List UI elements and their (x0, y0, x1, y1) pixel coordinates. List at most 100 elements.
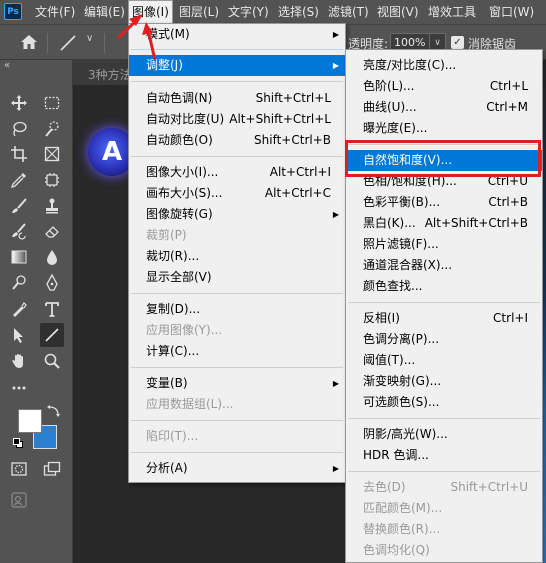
line-icon[interactable] (40, 323, 64, 347)
menu-item-duplicate[interactable]: 复制(D)... (129, 299, 345, 320)
menu-select[interactable]: 选择(S) (274, 0, 323, 24)
menu-item-trap: 陷印(T)... (146, 429, 199, 443)
menu-item-brightness-contrast[interactable]: 亮度/对比度(C)... (346, 55, 542, 76)
menu-divider (131, 49, 343, 50)
menu-divider (348, 471, 540, 472)
menu-item-trim[interactable]: 裁切(R)... (129, 246, 345, 267)
crop-icon[interactable] (7, 142, 31, 166)
dodge-icon[interactable] (7, 271, 31, 295)
menu-item-levels[interactable]: 色阶(L)... Ctrl+L (346, 76, 542, 97)
menu-image[interactable]: 图像(I) (128, 0, 173, 24)
chevron-down-icon[interactable]: ∨ (86, 33, 93, 44)
menu-divider (131, 420, 343, 421)
menu-item-invert[interactable]: 反相(I) Ctrl+I (346, 308, 542, 329)
zoom-icon[interactable] (40, 349, 64, 373)
default-colors-icon[interactable] (13, 438, 23, 448)
menu-item-channel-mixer[interactable]: 通道混合器(X)... (346, 255, 542, 276)
photoshop-logo-icon: Ps (4, 3, 22, 20)
eraser-icon[interactable] (40, 219, 64, 243)
line-tool-preset-icon[interactable] (58, 33, 78, 53)
stamp-icon[interactable] (40, 194, 64, 218)
brush-icon[interactable] (7, 194, 31, 218)
path-select-icon[interactable] (7, 323, 31, 347)
menu-item-equalize: 色调均化(Q) (363, 543, 430, 557)
document-tab[interactable]: 3种方法 (88, 66, 132, 83)
screen-mode-icon[interactable] (40, 457, 64, 481)
menu-item-auto-tone[interactable]: 自动色调(N) Shift+Ctrl+L (129, 88, 345, 109)
menu-divider (131, 293, 343, 294)
pen-icon[interactable] (7, 297, 31, 321)
menu-item-exposure[interactable]: 曝光度(E)... (346, 118, 542, 139)
quick-mask-icon[interactable] (7, 457, 31, 481)
menu-divider (131, 156, 343, 157)
highlight-annotation-box (345, 140, 541, 177)
menu-item-hdr-toning[interactable]: HDR 色调... (346, 445, 542, 466)
hand-icon[interactable] (7, 349, 31, 373)
content-credentials-icon[interactable] (7, 488, 31, 512)
menu-filter[interactable]: 滤镜(T) (324, 0, 373, 24)
eyedropper-icon[interactable] (7, 168, 31, 192)
divider (47, 33, 48, 53)
menu-divider (131, 81, 343, 82)
menu-item-auto-color[interactable]: 自动颜色(O) Shift+Ctrl+B (129, 130, 345, 151)
menu-item-canvas-size[interactable]: 画布大小(S)... Alt+Ctrl+C (129, 183, 345, 204)
menu-layer[interactable]: 图层(L) (175, 0, 223, 24)
menu-item-analysis[interactable]: 分析(A) ▶ (129, 458, 345, 479)
menu-item-adjustments[interactable]: 调整(J) ▶ (129, 55, 345, 76)
adjustments-submenu: 亮度/对比度(C)... 色阶(L)... Ctrl+L 曲线(U)... Ctrl… (345, 49, 543, 563)
menu-item-selective-color[interactable]: 可选颜色(S)... (346, 392, 542, 413)
menu-item-posterize[interactable]: 色调分离(P)... (346, 329, 542, 350)
menu-item-match-color: 匹配颜色(M)... (363, 501, 443, 515)
menu-item-auto-contrast[interactable]: 自动对比度(U) Alt+Shift+Ctrl+L (129, 109, 345, 130)
gradient-icon[interactable] (7, 245, 31, 269)
menu-item-replace-color: 替换颜色(R)... (363, 522, 441, 536)
image-menu: 模式(M) ▶ 调整(J) ▶ 自动色调(N) Shift+Ctrl+L 自动对比度(… (128, 23, 346, 483)
menu-item-shadows-highlights[interactable]: 阴影/高光(W)... (346, 424, 542, 445)
menu-item-photo-filter[interactable]: 照片滤镜(F)... (346, 234, 542, 255)
menu-item-black-white[interactable]: 黑白(K)... Alt+Shift+Ctrl+B (346, 213, 542, 234)
pen-icon[interactable] (40, 271, 64, 295)
menu-divider (131, 367, 343, 368)
menu-item-color-lookup[interactable]: 颜色查找... (346, 276, 542, 297)
lasso-icon[interactable] (7, 117, 31, 141)
menu-item-apply-data-set: 应用数据组(L)... (146, 397, 234, 411)
history-brush-icon[interactable] (7, 219, 31, 243)
blur-icon[interactable] (40, 245, 64, 269)
menu-window[interactable]: 窗口(W) (485, 0, 538, 24)
menu-item-crop: 裁剪(P) (146, 228, 187, 242)
menu-item-color-balance[interactable]: 色彩平衡(B)... Ctrl+B (346, 192, 542, 213)
more-icon[interactable] (7, 376, 31, 400)
collapse-panel-icon[interactable]: « (4, 60, 10, 71)
menu-divider (131, 452, 343, 453)
menu-item-variables[interactable]: 变量(B) ▶ (129, 373, 345, 394)
divider (104, 33, 105, 53)
menu-item-apply-image: 应用图像(Y)... (146, 323, 223, 337)
menu-item-desaturate: 去色(D) Shift+Ctrl+U (363, 480, 528, 494)
menu-view[interactable]: 视图(V) (373, 0, 423, 24)
menu-type[interactable]: 文字(Y) (224, 0, 273, 24)
frame-icon[interactable] (40, 142, 64, 166)
menu-item-threshold[interactable]: 阈值(T)... (346, 350, 542, 371)
menu-item-image-rotation[interactable]: 图像旋转(G) ▶ (129, 204, 345, 225)
patch-icon[interactable] (40, 168, 64, 192)
menu-item-reveal-all[interactable]: 显示全部(V) (129, 267, 345, 288)
menu-item-curves[interactable]: 曲线(U)... Ctrl+M (346, 97, 542, 118)
move-icon[interactable] (7, 91, 31, 115)
menu-item-gradient-map[interactable]: 渐变映射(G)... (346, 371, 542, 392)
menu-divider (348, 418, 540, 419)
menu-divider (348, 302, 540, 303)
menu-item-calculations[interactable]: 计算(C)... (129, 341, 345, 362)
menu-edit[interactable]: 编辑(E) (80, 0, 129, 24)
type-icon[interactable] (40, 297, 64, 321)
foreground-color-swatch[interactable] (18, 409, 42, 433)
anti-alias-checkbox[interactable]: ✓ (451, 36, 464, 49)
menu-item-image-size[interactable]: 图像大小(I)... Alt+Ctrl+I (129, 162, 345, 183)
menu-plugins[interactable]: 增效工具 (424, 0, 480, 24)
menu-bar: Ps 文件(F) 编辑(E) 图像(I) 图层(L) 文字(Y) 选择(S) 滤… (0, 0, 546, 24)
menu-item-mode[interactable]: 模式(M) ▶ (129, 24, 345, 45)
swap-colors-icon[interactable] (44, 402, 64, 422)
menu-file[interactable]: 文件(F) (31, 0, 79, 24)
quick-select-icon[interactable] (40, 117, 64, 141)
marquee-icon[interactable] (40, 91, 64, 115)
home-icon[interactable] (20, 33, 38, 51)
